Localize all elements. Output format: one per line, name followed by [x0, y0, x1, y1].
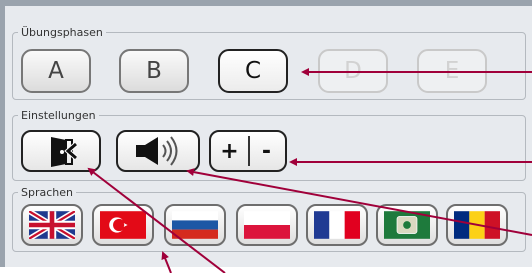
language-fr-button[interactable] [306, 204, 368, 246]
poland-flag-icon [244, 211, 290, 239]
phases-group-title: Übungsphasen [21, 26, 103, 39]
settings-group-title: Einstellungen [21, 109, 96, 122]
sound-button[interactable] [116, 130, 200, 172]
turkey-flag-icon [100, 211, 146, 239]
phase-e-button: E [417, 49, 487, 93]
language-ro-button[interactable] [446, 204, 508, 246]
language-en-button[interactable] [21, 204, 83, 246]
languages-group-title: Sprachen [21, 186, 73, 199]
romania-flag-icon [454, 211, 500, 239]
exit-button[interactable] [21, 130, 101, 172]
volume-down-button[interactable]: - [248, 132, 285, 170]
language-tr-button[interactable] [92, 204, 154, 246]
russia-flag-icon [172, 211, 218, 239]
exit-door-icon [51, 137, 78, 167]
language-ar-button[interactable] [376, 204, 438, 246]
language-ru-button[interactable] [164, 204, 226, 246]
arab-flag-icon [384, 211, 430, 239]
france-flag-icon [314, 211, 360, 239]
volume-up-button[interactable]: + [211, 132, 248, 170]
volume-control: + - [209, 130, 287, 172]
phase-d-button: D [318, 49, 388, 93]
uk-flag-icon [29, 211, 75, 239]
phase-c-button[interactable]: C [218, 49, 288, 93]
arrow-to-exit-button-b [161, 251, 172, 273]
speaker-sound-icon [136, 136, 178, 166]
settings-panel: Übungsphasen Einstellungen Sprachen A B … [0, 0, 532, 273]
language-pl-button[interactable] [236, 204, 298, 246]
phase-b-button[interactable]: B [119, 49, 189, 93]
phase-a-button[interactable]: A [21, 49, 91, 93]
